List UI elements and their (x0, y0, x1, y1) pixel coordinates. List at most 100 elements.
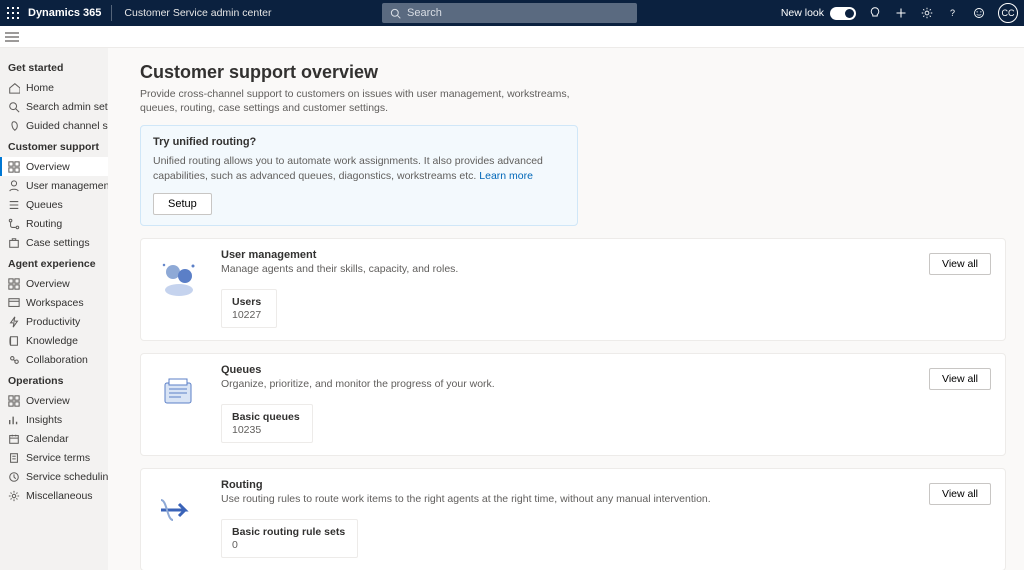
sidebar-item-label: Overview (26, 395, 70, 407)
sidebar-item-op-overview[interactable]: Overview (0, 391, 108, 410)
search-icon (390, 8, 401, 19)
sidebar-item-label: Guided channel setu... (26, 120, 108, 132)
tile-bar: Users10227 (221, 289, 993, 328)
callout-title: Try unified routing? (153, 136, 565, 148)
main-content: Customer support overview Provide cross-… (108, 48, 1024, 570)
grid-icon (8, 278, 20, 290)
grid-icon (8, 161, 20, 173)
sub-bar (0, 26, 1024, 48)
app-launcher-icon[interactable] (0, 0, 26, 26)
sidebar-item-user-mgmt[interactable]: User management (0, 176, 108, 195)
sidebar-item-terms[interactable]: Service terms (0, 448, 108, 467)
bolt-icon (8, 316, 20, 328)
sidebar-item-label: Knowledge (26, 335, 78, 347)
sidebar: Get startedHome Search admin settings Guid… (0, 48, 108, 570)
new-look-toggle[interactable]: New look (781, 7, 856, 20)
route-icon (8, 218, 20, 230)
app-name[interactable]: Customer Service admin center (112, 7, 283, 19)
sidebar-item-label: Search admin settings (26, 101, 108, 113)
sidebar-item-calendar[interactable]: Calendar (0, 429, 108, 448)
sidebar-item-overview[interactable]: Overview (0, 157, 108, 176)
tile-value: 0 (232, 539, 345, 551)
sidebar-item-ae-overview[interactable]: Overview (0, 274, 108, 293)
sidebar-group-label: Get started (0, 56, 108, 78)
unified-routing-callout: Try unified routing? Unified routing all… (140, 125, 578, 225)
hamburger-icon[interactable] (0, 32, 24, 42)
sidebar-item-label: Routing (26, 218, 62, 230)
card-routing: Routing Use routing rules to route work … (140, 468, 1006, 570)
page-title: Customer support overview (140, 62, 1006, 83)
view-all-button[interactable]: View all (929, 483, 991, 505)
sidebar-item-label: Queues (26, 199, 63, 211)
sidebar-item-search-admin[interactable]: Search admin settings (0, 97, 108, 116)
sidebar-item-label: Productivity (26, 316, 80, 328)
top-bar: Dynamics 365 Customer Service admin cent… (0, 0, 1024, 26)
brand-name[interactable]: Dynamics 365 (26, 7, 111, 19)
tile-value: 10227 (232, 309, 264, 321)
search-input[interactable] (407, 7, 629, 19)
help-icon[interactable]: ? (946, 6, 960, 20)
sidebar-item-label: Calendar (26, 433, 69, 445)
sidebar-group-label: Customer support (0, 135, 108, 157)
sidebar-item-label: Overview (26, 278, 70, 290)
sidebar-item-case[interactable]: Case settings (0, 233, 108, 252)
card-title: Routing (221, 479, 993, 491)
shell: Get startedHome Search admin settings Guid… (0, 48, 1024, 570)
sidebar-item-label: Case settings (26, 237, 90, 249)
stat-tile[interactable]: Basic queues10235 (221, 404, 313, 443)
sidebar-item-misc[interactable]: Miscellaneous (0, 486, 108, 505)
tile-heading: Users (232, 296, 264, 308)
card-queues: Queues Organize, prioritize, and monitor… (140, 353, 1006, 456)
card-title: User management (221, 249, 993, 261)
home-icon (8, 82, 20, 94)
card-illustration-icon (153, 249, 203, 309)
svg-text:?: ? (950, 8, 955, 18)
sidebar-item-label: Overview (26, 161, 70, 173)
feedback-icon[interactable] (972, 6, 986, 20)
new-look-label: New look (781, 7, 824, 19)
settings-gear-icon[interactable] (920, 6, 934, 20)
view-all-button[interactable]: View all (929, 253, 991, 275)
plus-icon[interactable] (894, 6, 908, 20)
card-description: Organize, prioritize, and monitor the pr… (221, 378, 993, 390)
global-search[interactable] (382, 3, 637, 23)
sidebar-item-collab[interactable]: Collaboration (0, 350, 108, 369)
queue-icon (8, 199, 20, 211)
toggle-switch-icon[interactable] (830, 7, 856, 20)
page-description: Provide cross-channel support to custome… (140, 87, 580, 115)
sidebar-item-knowledge[interactable]: Knowledge (0, 331, 108, 350)
calendar-icon (8, 433, 20, 445)
lightbulb-icon[interactable] (868, 6, 882, 20)
sidebar-group-label: Agent experience (0, 252, 108, 274)
sidebar-item-routing[interactable]: Routing (0, 214, 108, 233)
gear-icon (8, 490, 20, 502)
tile-heading: Basic queues (232, 411, 300, 423)
chart-icon (8, 414, 20, 426)
card-description: Use routing rules to route work items to… (221, 493, 993, 505)
card-illustration-icon (153, 364, 203, 424)
sidebar-item-label: Insights (26, 414, 62, 426)
tile-heading: Basic routing rule sets (232, 526, 345, 538)
view-all-button[interactable]: View all (929, 368, 991, 390)
stat-tile[interactable]: Basic routing rule sets0 (221, 519, 358, 558)
sidebar-item-sched[interactable]: Service scheduling (0, 467, 108, 486)
tile-bar: Basic routing rule sets0 (221, 519, 993, 558)
tile-value: 10235 (232, 424, 300, 436)
stat-tile[interactable]: Users10227 (221, 289, 277, 328)
search-icon (8, 101, 20, 113)
sidebar-item-insights[interactable]: Insights (0, 410, 108, 429)
learn-more-link[interactable]: Learn more (479, 170, 533, 182)
sidebar-item-productivity[interactable]: Productivity (0, 312, 108, 331)
card-title: Queues (221, 364, 993, 376)
grid-icon (8, 395, 20, 407)
sidebar-item-guided[interactable]: Guided channel setu... (0, 116, 108, 135)
collab-icon (8, 354, 20, 366)
doc-icon (8, 452, 20, 464)
case-icon (8, 237, 20, 249)
sidebar-item-workspaces[interactable]: Workspaces (0, 293, 108, 312)
setup-button[interactable]: Setup (153, 193, 212, 215)
sidebar-item-queues[interactable]: Queues (0, 195, 108, 214)
user-avatar[interactable]: CC (998, 3, 1018, 23)
sidebar-item-home[interactable]: Home (0, 78, 108, 97)
top-right-actions: New look ? CC (781, 0, 1018, 26)
